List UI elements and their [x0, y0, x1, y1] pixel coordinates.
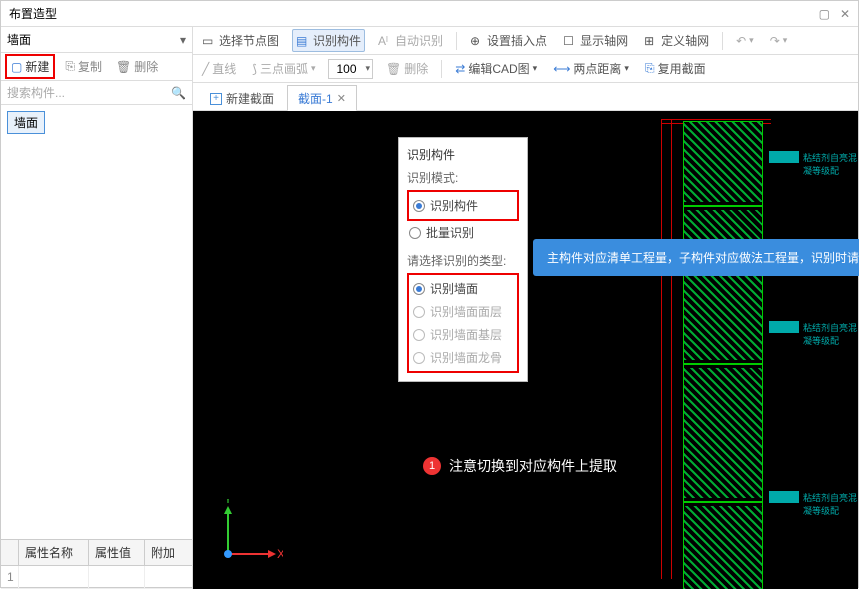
marker-text: 粘结剂自亮混凝等级配	[803, 321, 858, 347]
property-header: 属性名称 属性值 附加	[1, 540, 192, 566]
select-node-button[interactable]: ▭选择节点图	[199, 30, 282, 51]
separator	[441, 60, 442, 78]
marker-text: 粘结剂自亮混凝等级配	[803, 151, 858, 177]
identify-component-button[interactable]: ▤识别构件	[292, 29, 365, 52]
edit-icon: ⇄	[455, 62, 465, 76]
marker-tag: FT-04	[769, 151, 799, 163]
hatch-fill	[684, 210, 762, 360]
identify-icon: ▤	[296, 34, 310, 48]
undo-icon: ↶	[736, 34, 746, 48]
marker-text: 粘结剂自亮混凝等级配	[803, 491, 858, 517]
svg-text:Y: Y	[224, 499, 232, 506]
maximize-button[interactable]: ▢	[819, 7, 830, 21]
hatch-fill	[684, 506, 762, 589]
copy-button[interactable]: ⎘ 复制	[61, 56, 106, 77]
arc-button[interactable]: ⟆三点画弧▾	[249, 58, 318, 79]
wall-column	[683, 121, 763, 589]
radio-icon	[413, 352, 425, 364]
category-combo-label: 墙面	[7, 31, 31, 48]
popup-section-label: 请选择识别的类型:	[407, 252, 519, 269]
radio-icon	[409, 227, 421, 239]
hatch-fill	[684, 368, 762, 498]
redo-icon: ↷	[770, 34, 780, 48]
two-point-distance-button[interactable]: ⟷两点距离▾	[550, 58, 632, 79]
hatch-fill	[684, 122, 762, 202]
separator	[456, 32, 457, 50]
seg-line	[684, 501, 762, 503]
popup-section-label: 识别模式:	[407, 169, 519, 186]
marker-tag: FT-04	[769, 321, 799, 333]
redo-button[interactable]: ↷▾	[767, 32, 791, 50]
line-button[interactable]: ╱直线	[199, 58, 239, 79]
undo-button[interactable]: ↶▾	[733, 32, 757, 50]
auto-icon: Aˡ	[378, 34, 392, 48]
radio-icon	[413, 200, 425, 212]
delete-button[interactable]: 🗑 删除	[112, 56, 162, 77]
separator	[722, 32, 723, 50]
new-button[interactable]: ▢ 新建	[5, 54, 55, 79]
category-combo[interactable]: 墙面 ▾	[1, 27, 192, 53]
opt-identify-wall-face[interactable]: 识别墙面面层	[411, 300, 515, 323]
callout-text: 注意切换到对应构件上提取	[449, 456, 617, 476]
insert-icon: ⊕	[470, 34, 484, 48]
reuse-icon: ⎘	[645, 61, 655, 76]
caret-icon[interactable]: ▾	[363, 63, 372, 74]
popup-title: 识别构件	[407, 146, 519, 163]
opt-batch-identify[interactable]: 批量识别	[407, 221, 519, 244]
radio-icon	[413, 329, 425, 341]
radio-icon	[413, 306, 425, 318]
marker-tag: FT-04	[769, 491, 799, 503]
tooltip-message: 主构件对应清单工程量，子构件对应做法工程量，识别时请确认对应关系	[547, 249, 859, 266]
search-input[interactable]: 搜索构件...	[7, 84, 65, 101]
copy-icon: ⎘	[65, 59, 75, 74]
seg-line	[684, 363, 762, 365]
chevron-down-icon: ▾	[180, 33, 186, 47]
grid-vertical	[671, 119, 672, 579]
callout-number: 1	[423, 457, 441, 475]
arc-icon: ⟆	[252, 62, 257, 76]
search-icon[interactable]: 🔍	[171, 86, 186, 100]
svg-text:X: X	[277, 547, 283, 561]
trash-icon: 🗑	[386, 62, 401, 76]
opt-identify-wall-keel[interactable]: 识别墙面龙骨	[411, 346, 515, 369]
grid-icon: ☐	[563, 34, 577, 48]
value-input[interactable]	[329, 62, 363, 76]
new-icon: ▢	[11, 60, 22, 74]
opt-identify-wall-base[interactable]: 识别墙面基层	[411, 323, 515, 346]
edit-cad-button[interactable]: ⇄编辑CAD图▾	[452, 58, 540, 79]
annotation-callout: 1 注意切换到对应构件上提取	[423, 456, 617, 476]
select-icon: ▭	[202, 34, 216, 48]
axis-gizmo: X Y	[213, 499, 283, 569]
delete2-button[interactable]: 🗑删除	[383, 58, 431, 79]
auto-identify-button[interactable]: Aˡ自动识别	[375, 30, 446, 51]
reuse-section-button[interactable]: ⎘复用截面	[642, 58, 709, 79]
value-stepper[interactable]: ▾	[328, 59, 373, 79]
property-row[interactable]: 1	[1, 566, 192, 589]
grid-vertical	[661, 119, 662, 579]
grid-horizontal	[661, 119, 771, 120]
opt-identify-wall[interactable]: 识别墙面	[411, 277, 515, 300]
define-grid-icon: ⊞	[644, 34, 658, 48]
close-tab-icon[interactable]: ✕	[337, 92, 346, 105]
radio-icon	[413, 283, 425, 295]
plus-icon: +	[210, 93, 222, 105]
window-title: 布置造型	[9, 5, 57, 22]
tree-item-wall[interactable]: 墙面	[7, 111, 45, 134]
seg-line	[684, 205, 762, 207]
info-tooltip: 主构件对应清单工程量，子构件对应做法工程量，识别时请确认对应关系 不再显示	[533, 239, 859, 276]
section-tab-1[interactable]: 截面-1✕	[287, 85, 357, 111]
trash-icon: 🗑	[116, 60, 131, 74]
identify-popup: 识别构件 识别模式: 识别构件 批量识别 请选择识别的类型: 识别墙面 识别墙面…	[398, 137, 528, 382]
add-section-tab[interactable]: +新建截面	[199, 85, 285, 110]
define-grid-button[interactable]: ⊞定义轴网	[641, 30, 712, 51]
set-insert-point-button[interactable]: ⊕设置插入点	[467, 30, 550, 51]
show-grid-button[interactable]: ☐显示轴网	[560, 30, 631, 51]
opt-identify-component[interactable]: 识别构件	[411, 194, 515, 217]
distance-icon: ⟷	[553, 62, 570, 76]
line-icon: ╱	[202, 62, 209, 76]
close-button[interactable]: ✕	[840, 7, 850, 21]
